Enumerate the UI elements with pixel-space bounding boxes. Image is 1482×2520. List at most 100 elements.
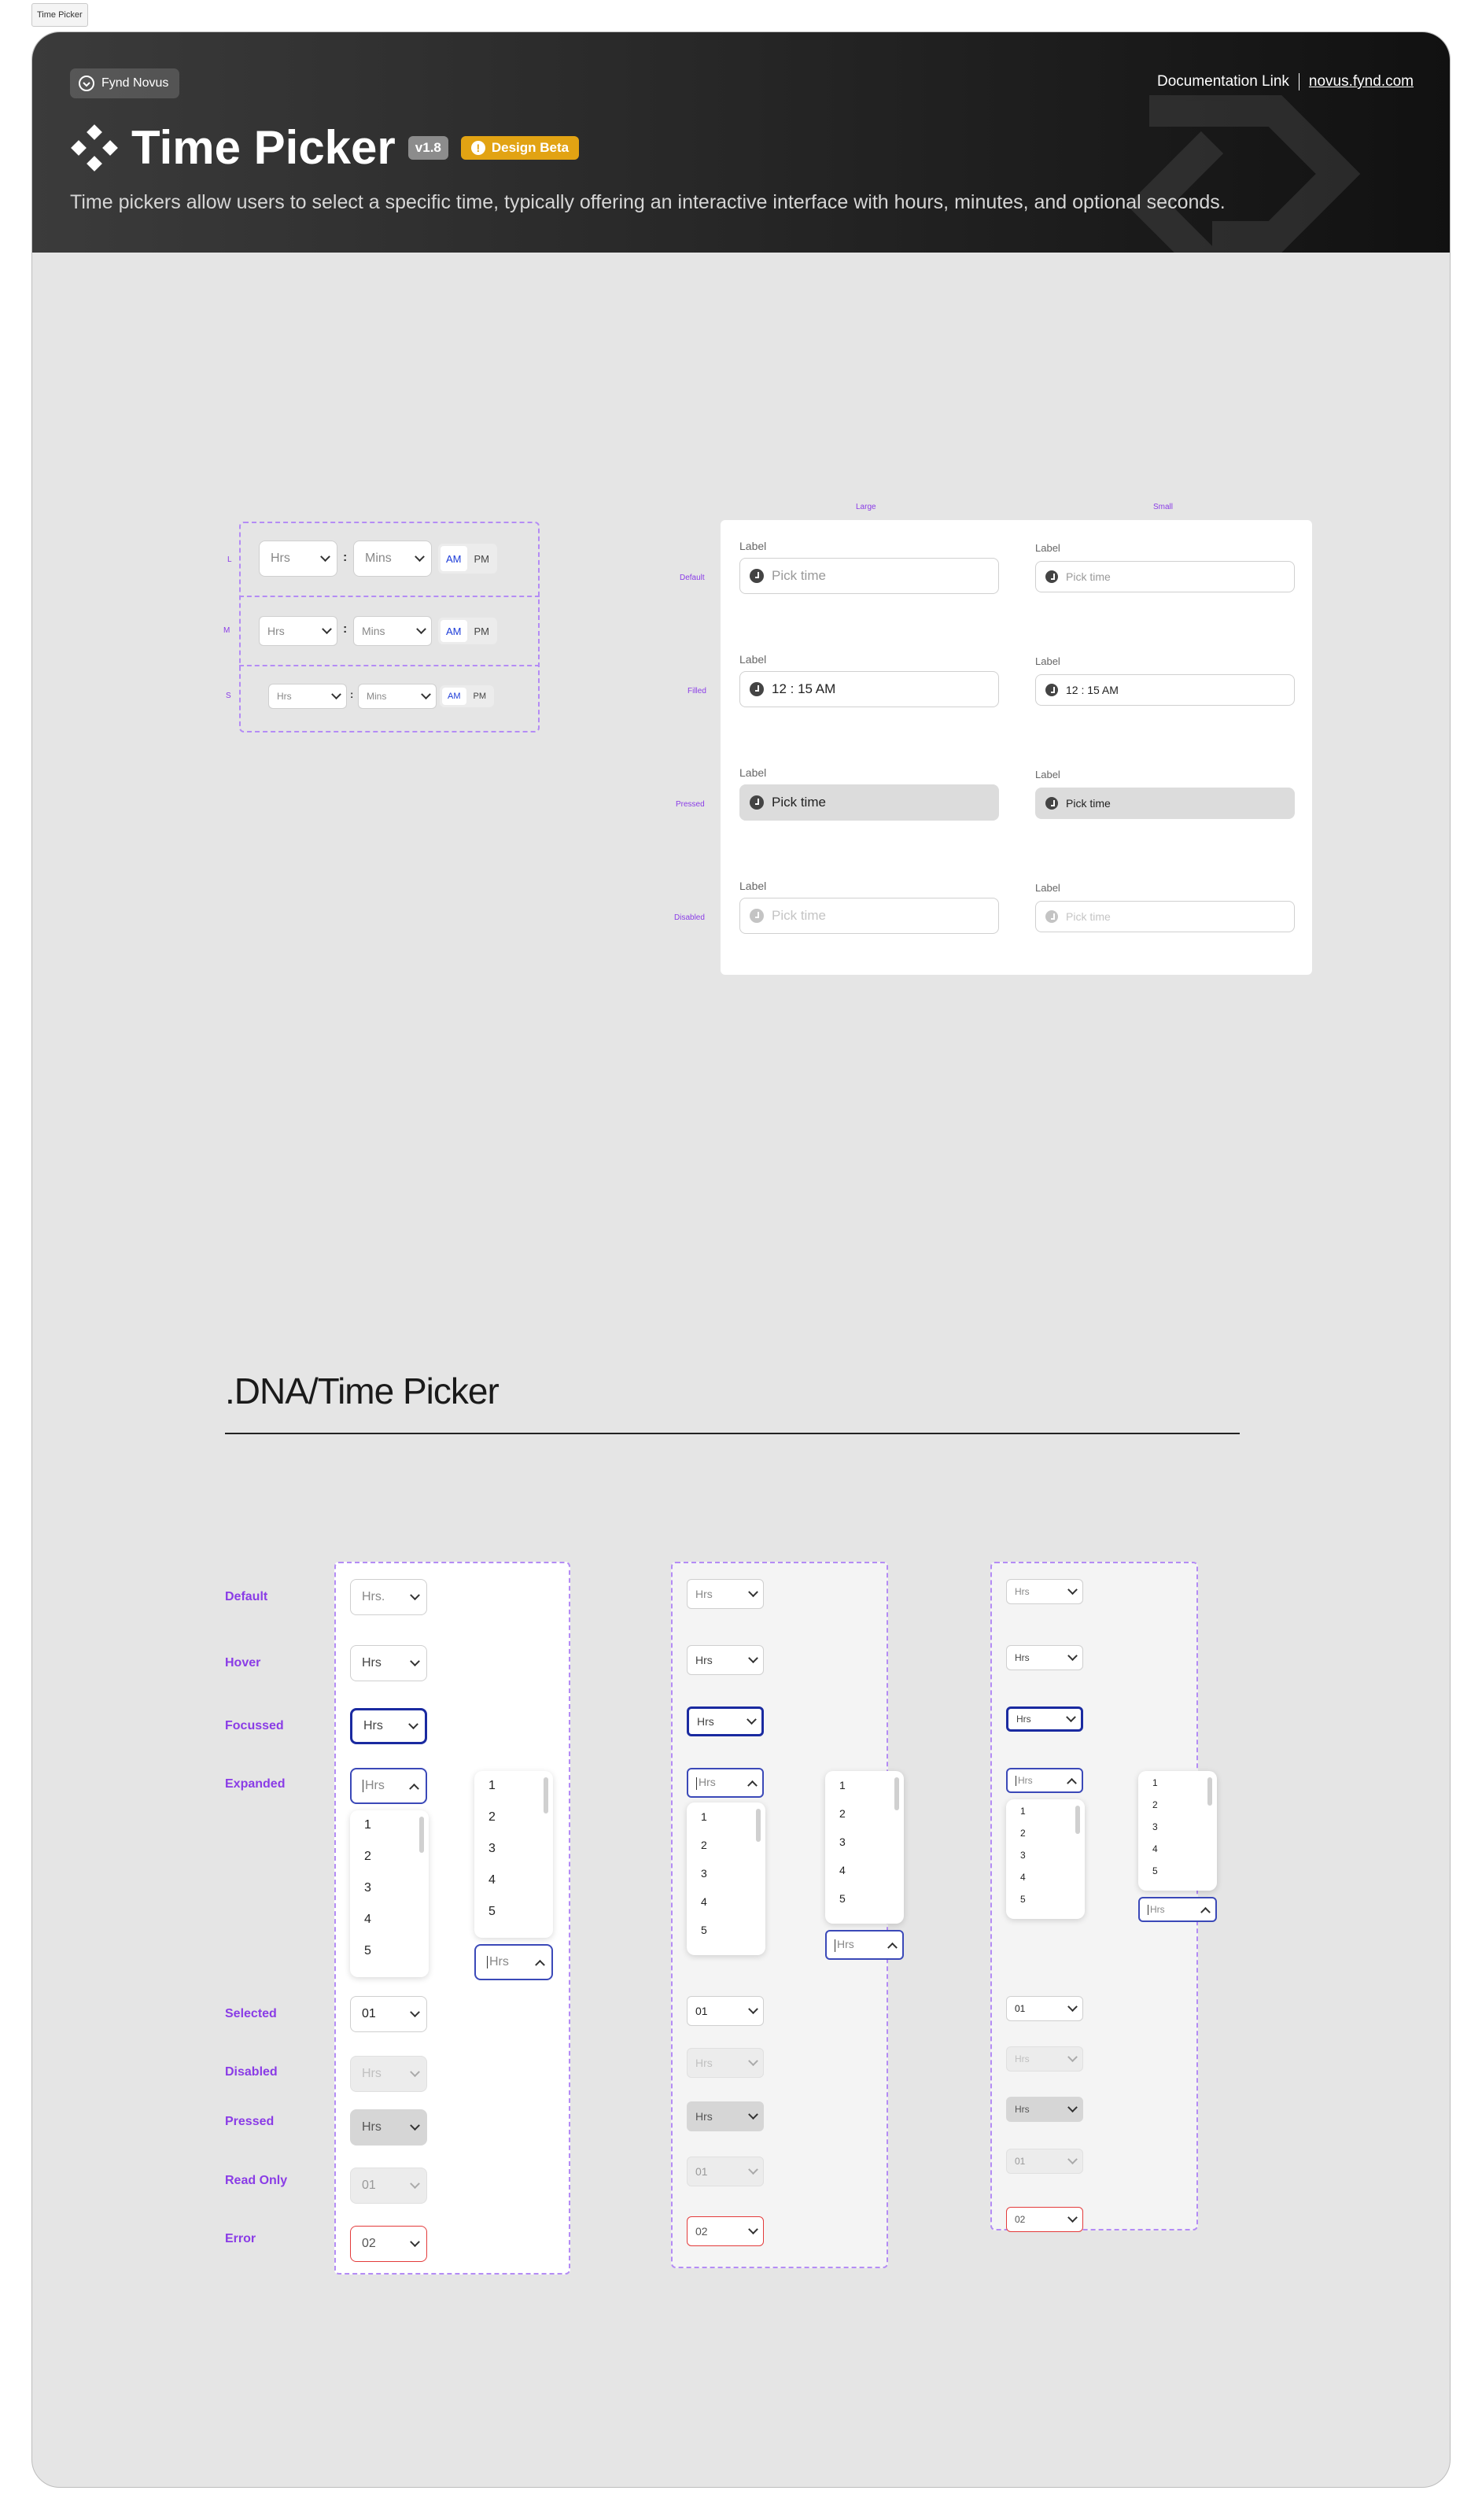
hrs-select-expanded-up[interactable]: Hrs (474, 1944, 553, 1980)
option-item[interactable]: 2 (474, 1810, 553, 1842)
option-item[interactable]: 2 (687, 1839, 765, 1867)
hrs-select-default[interactable]: Hrs. (350, 1579, 427, 1615)
hrs-select-hover[interactable]: Hrs (687, 1645, 764, 1675)
time-field-disabled-small: Pick time (1035, 901, 1295, 932)
am-option[interactable]: AM (442, 688, 466, 705)
option-item[interactable]: 5 (825, 1892, 904, 1920)
select-value: Hrs (1015, 1586, 1030, 1597)
option-item[interactable]: 4 (474, 1873, 553, 1905)
chevron-down-icon (1067, 2101, 1078, 2112)
hrs-select-expanded[interactable]: Hrs (1006, 1768, 1083, 1793)
hrs-select-error[interactable]: 02 (350, 2226, 427, 2262)
chevron-down-icon (747, 1714, 757, 1725)
option-item[interactable]: 5 (350, 1944, 429, 1976)
hrs-select-selected[interactable]: 01 (687, 1996, 764, 2026)
hrs-select-default[interactable]: Hrs (687, 1579, 764, 1609)
am-option[interactable]: AM (441, 620, 467, 642)
hours-placeholder: Hrs (271, 552, 290, 565)
select-value: 01 (1015, 2003, 1026, 2014)
option-item[interactable]: 5 (1006, 1894, 1085, 1916)
am-option[interactable]: AM (441, 546, 467, 571)
hrs-select-expanded-up[interactable]: Hrs (825, 1930, 904, 1960)
hrs-select-hover[interactable]: Hrs (350, 1645, 427, 1681)
option-item[interactable]: 4 (1006, 1872, 1085, 1894)
hrs-select-hover[interactable]: Hrs (1006, 1645, 1083, 1670)
option-item[interactable]: 3 (1006, 1850, 1085, 1872)
hrs-select-focussed[interactable]: Hrs (687, 1706, 764, 1736)
am-pm-toggle-medium[interactable]: AM PM (438, 618, 497, 644)
hrs-select-expanded[interactable]: Hrs (350, 1768, 427, 1804)
hrs-dropdown-menu: 1 2 3 4 5 (1006, 1799, 1085, 1919)
scrollbar[interactable] (1075, 1806, 1080, 1834)
time-field-default-small[interactable]: Pick time (1035, 561, 1295, 592)
option-item[interactable]: 1 (1138, 1777, 1217, 1799)
scrollbar[interactable] (544, 1777, 548, 1813)
scrollbar[interactable] (1207, 1777, 1212, 1806)
hours-select-medium[interactable]: Hrs (259, 616, 337, 646)
option-item[interactable]: 1 (1006, 1806, 1085, 1828)
option-item[interactable]: 3 (1138, 1821, 1217, 1843)
hrs-select-expanded-up[interactable]: Hrs (1138, 1897, 1217, 1922)
option-item[interactable]: 3 (474, 1842, 553, 1873)
scrollbar[interactable] (894, 1777, 899, 1810)
hrs-select-selected[interactable]: 01 (1006, 1996, 1083, 2021)
select-value: Hrs (363, 1779, 385, 1793)
time-field-filled-large[interactable]: 12 : 15 AM (739, 671, 999, 707)
hours-select-large[interactable]: Hrs (259, 541, 337, 577)
hrs-select-default[interactable]: Hrs (1006, 1579, 1083, 1604)
am-pm-toggle-large[interactable]: AM PM (438, 544, 497, 574)
option-item[interactable]: 5 (687, 1924, 765, 1952)
scrollbar[interactable] (756, 1809, 761, 1842)
option-item[interactable]: 2 (1138, 1799, 1217, 1821)
chevron-down-icon (1067, 1650, 1078, 1661)
option-item[interactable]: 4 (687, 1895, 765, 1924)
option-item[interactable]: 1 (474, 1779, 553, 1810)
hrs-select-error[interactable]: 02 (1006, 2207, 1083, 2232)
pm-option[interactable]: PM (469, 546, 496, 571)
option-item[interactable]: 3 (825, 1836, 904, 1864)
option-item[interactable]: 3 (687, 1867, 765, 1895)
hrs-select-pressed[interactable]: Hrs (1006, 2097, 1083, 2122)
minutes-select-small[interactable]: Mins (358, 684, 437, 709)
option-item[interactable]: 1 (350, 1818, 429, 1850)
option-item[interactable]: 5 (1138, 1865, 1217, 1887)
scrollbar[interactable] (419, 1817, 424, 1853)
time-field-pressed-small[interactable]: Pick time (1035, 788, 1295, 819)
time-field-pressed-large[interactable]: Pick time (739, 784, 999, 821)
field-placeholder: Pick time (1066, 910, 1111, 923)
option-item[interactable]: 3 (350, 1881, 429, 1913)
option-item[interactable]: 4 (350, 1913, 429, 1944)
option-item[interactable]: 2 (350, 1850, 429, 1881)
pm-option[interactable]: PM (468, 688, 492, 705)
hrs-select-focussed[interactable]: Hrs (350, 1708, 427, 1744)
option-item[interactable]: 2 (1006, 1828, 1085, 1850)
chevron-down-icon (322, 623, 332, 634)
option-item[interactable]: 5 (474, 1905, 553, 1936)
option-item[interactable]: 1 (687, 1810, 765, 1839)
hrs-select-error[interactable]: 02 (687, 2216, 764, 2246)
time-separator: : (350, 688, 354, 700)
hrs-select-expanded[interactable]: Hrs (687, 1768, 764, 1798)
time-field-default-large[interactable]: Pick time (739, 558, 999, 594)
doc-url-link[interactable]: novus.fynd.com (1309, 73, 1414, 90)
pm-option[interactable]: PM (469, 620, 496, 642)
hours-select-small[interactable]: Hrs (268, 684, 347, 709)
select-value: Hrs (1148, 1904, 1165, 1916)
hrs-select-focussed[interactable]: Hrs (1006, 1706, 1083, 1732)
time-separator: : (343, 551, 348, 564)
minutes-select-medium[interactable]: Mins (353, 616, 432, 646)
brand-pill[interactable]: Fynd Novus (70, 68, 180, 98)
time-field-filled-small[interactable]: 12 : 15 AM (1035, 674, 1295, 706)
option-item[interactable]: 4 (825, 1864, 904, 1892)
hrs-select-pressed[interactable]: Hrs (350, 2109, 427, 2146)
option-item[interactable]: 1 (825, 1779, 904, 1807)
size-label-s: S (226, 692, 231, 700)
field-value: 12 : 15 AM (772, 681, 836, 696)
hrs-select-selected[interactable]: 01 (350, 1996, 427, 2032)
option-item[interactable]: 4 (1138, 1843, 1217, 1865)
option-item[interactable]: 2 (825, 1807, 904, 1836)
minutes-select-large[interactable]: Mins (353, 541, 432, 577)
hrs-select-pressed[interactable]: Hrs (687, 2101, 764, 2131)
am-pm-toggle-small[interactable]: AM PM (440, 685, 494, 707)
chevron-up-icon (409, 1783, 419, 1794)
